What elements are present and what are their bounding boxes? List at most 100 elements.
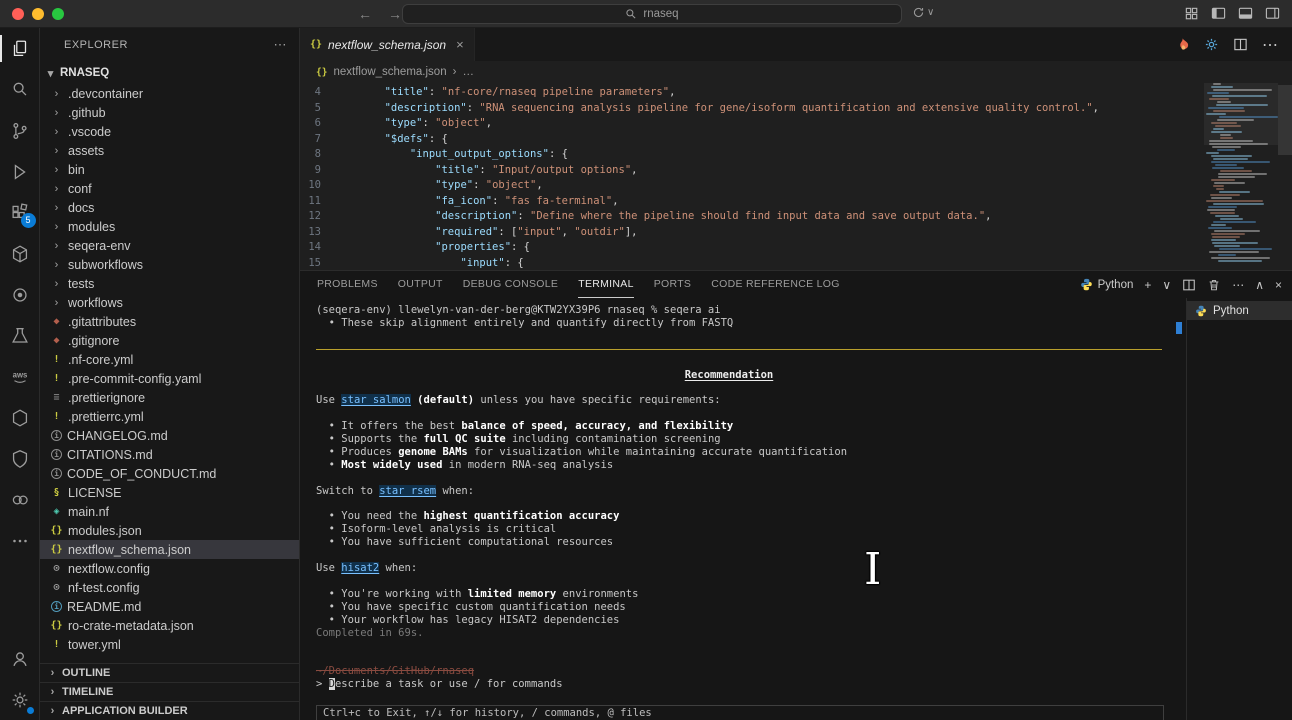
- kill-terminal-trash-icon[interactable]: [1207, 278, 1221, 292]
- tree-file-.pre-commit-config.yaml[interactable]: !.pre-commit-config.yaml: [40, 369, 299, 388]
- item-label: modules: [68, 220, 115, 234]
- tree-folder-.github[interactable]: ›.github: [40, 103, 299, 122]
- grid-layout-icon[interactable]: [1184, 6, 1199, 21]
- panel-tab-output[interactable]: OUTPUT: [398, 271, 443, 298]
- panel-tab-terminal[interactable]: TERMINAL: [578, 271, 634, 298]
- tree-folder-.devcontainer[interactable]: ›.devcontainer: [40, 84, 299, 103]
- tree-file-main.nf[interactable]: ◈main.nf: [40, 502, 299, 521]
- tree-file-nextflow.config[interactable]: ⊙nextflow.config: [40, 559, 299, 578]
- tree-folder-modules[interactable]: ›modules: [40, 217, 299, 236]
- toggle-sidebar-right-icon[interactable]: [1265, 6, 1280, 21]
- activity-live-share[interactable]: [0, 479, 40, 520]
- close-tab-icon[interactable]: ×: [456, 37, 464, 52]
- tab-nextflow-schema[interactable]: {} nextflow_schema.json ×: [300, 28, 475, 61]
- json-icon: {}: [310, 39, 322, 50]
- split-editor-icon[interactable]: [1233, 37, 1248, 52]
- navigate-back-icon[interactable]: ←: [358, 6, 372, 22]
- tree-folder-assets[interactable]: ›assets: [40, 141, 299, 160]
- activity-accounts[interactable]: [0, 638, 40, 679]
- tree-file-LICENSE[interactable]: §LICENSE: [40, 483, 299, 502]
- toggle-panel-icon[interactable]: [1238, 6, 1253, 21]
- panel-tab-ports[interactable]: PORTS: [654, 271, 691, 298]
- tree-folder-subworkflows[interactable]: ›subworkflows: [40, 255, 299, 274]
- launch-profile-chevron-icon[interactable]: ∨: [1162, 278, 1171, 292]
- zoom-window-button[interactable]: [52, 8, 64, 20]
- explorer-actions-icon[interactable]: ⋯: [274, 37, 288, 53]
- tree-file-.gitignore[interactable]: ◆.gitignore: [40, 331, 299, 350]
- tree-file-.gitattributes[interactable]: ◆.gitattributes: [40, 312, 299, 331]
- tree-file-nextflow_schema.json[interactable]: {}nextflow_schema.json: [40, 540, 299, 559]
- editor-more-actions-icon[interactable]: ⋯: [1262, 35, 1278, 55]
- tree-file-.prettierignore[interactable]: ≡.prettierignore: [40, 388, 299, 407]
- new-terminal-icon[interactable]: +: [1144, 278, 1151, 292]
- tree-file-nf-test.config[interactable]: ⊙nf-test.config: [40, 578, 299, 597]
- text-cursor-pointer: I: [864, 548, 881, 592]
- extension-gear-icon[interactable]: [1204, 37, 1219, 52]
- activity-testing[interactable]: [0, 315, 40, 356]
- breadcrumb[interactable]: {} nextflow_schema.json › …: [300, 61, 1292, 83]
- tree-file-CHANGELOG.md[interactable]: iCHANGELOG.md: [40, 426, 299, 445]
- panel-more-actions-icon[interactable]: ⋯: [1232, 278, 1244, 292]
- tree-file-ro-crate-metadata.json[interactable]: {}ro-crate-metadata.json: [40, 616, 299, 635]
- workspace-section-header[interactable]: ▾ RNASEQ: [40, 62, 299, 84]
- terminal-tab-python[interactable]: Python: [1187, 301, 1292, 320]
- tree-file-.prettierrc.yml[interactable]: !.prettierrc.yml: [40, 407, 299, 426]
- settings-badge-dot: [27, 707, 34, 714]
- tree-folder-docs[interactable]: ›docs: [40, 198, 299, 217]
- code-editor[interactable]: 4 "title": "nf-core/rnaseq pipeline para…: [300, 83, 1292, 270]
- tree-file-README.md[interactable]: iREADME.md: [40, 597, 299, 616]
- tree-folder-workflows[interactable]: ›workflows: [40, 293, 299, 312]
- activity-aws[interactable]: aws: [0, 356, 40, 397]
- section-outline[interactable]: ›OUTLINE: [40, 663, 299, 682]
- activity-search[interactable]: [0, 69, 40, 110]
- terminal-scroll-marker[interactable]: [1176, 322, 1182, 334]
- chevron-right-icon: ›: [46, 686, 59, 698]
- section-application-builder[interactable]: ›APPLICATION BUILDER: [40, 701, 299, 720]
- minimap[interactable]: [1204, 83, 1278, 270]
- terminal-line: • Supports the full QC suite including c…: [316, 433, 1172, 446]
- terminal-line: • You have specific custom quantificatio…: [316, 601, 1172, 614]
- tree-folder-conf[interactable]: ›conf: [40, 179, 299, 198]
- activity-package[interactable]: [0, 397, 40, 438]
- activity-run-debug[interactable]: [0, 151, 40, 192]
- code-line: 6 "type": "object",: [300, 116, 1292, 132]
- flame-icon[interactable]: [1175, 37, 1190, 52]
- breadcrumb-more: …: [462, 66, 474, 78]
- activity-extensions[interactable]: 5: [0, 192, 40, 233]
- close-window-button[interactable]: [12, 8, 24, 20]
- activity-more[interactable]: [0, 520, 40, 561]
- activity-source-control[interactable]: [0, 110, 40, 151]
- editor-scrollbar[interactable]: [1278, 83, 1292, 270]
- panel-tab-code-reference-log[interactable]: CODE REFERENCE LOG: [711, 271, 840, 298]
- panel-tab-debug-console[interactable]: DEBUG CONSOLE: [463, 271, 559, 298]
- maximize-panel-icon[interactable]: ∧: [1255, 278, 1264, 292]
- terminal-profile-button[interactable]: Python: [1080, 278, 1134, 291]
- panel-tab-problems[interactable]: PROBLEMS: [317, 271, 378, 298]
- command-center-search[interactable]: rnaseq: [402, 4, 902, 24]
- navigate-forward-icon[interactable]: →: [388, 6, 402, 22]
- section-timeline[interactable]: ›TIMELINE: [40, 682, 299, 701]
- chevron-right-icon: ›: [50, 88, 63, 100]
- terminal-line: [316, 652, 1172, 665]
- toggle-sidebar-left-icon[interactable]: [1211, 6, 1226, 21]
- split-terminal-icon[interactable]: [1182, 278, 1196, 292]
- tree-folder-bin[interactable]: ›bin: [40, 160, 299, 179]
- activity-gitlens[interactable]: [0, 438, 40, 479]
- activity-codegpt[interactable]: [0, 274, 40, 315]
- tree-file-.nf-core.yml[interactable]: !.nf-core.yml: [40, 350, 299, 369]
- tree-file-CODE_OF_CONDUCT.md[interactable]: iCODE_OF_CONDUCT.md: [40, 464, 299, 483]
- tree-file-CITATIONS.md[interactable]: iCITATIONS.md: [40, 445, 299, 464]
- activity-settings[interactable]: [0, 679, 40, 720]
- sync-indicator[interactable]: ∨: [912, 6, 934, 19]
- tree-folder-tests[interactable]: ›tests: [40, 274, 299, 293]
- markdown-icon: i: [51, 430, 62, 441]
- activity-containers[interactable]: [0, 233, 40, 274]
- tree-file-modules.json[interactable]: {}modules.json: [40, 521, 299, 540]
- tree-file-tower.yml[interactable]: !tower.yml: [40, 635, 299, 654]
- activity-explorer[interactable]: [0, 28, 40, 69]
- close-panel-icon[interactable]: ×: [1275, 278, 1282, 292]
- tree-folder-.vscode[interactable]: ›.vscode: [40, 122, 299, 141]
- terminal-output[interactable]: (seqera-env) llewelyn-van-der-berg@KTW2Y…: [300, 298, 1186, 720]
- minimize-window-button[interactable]: [32, 8, 44, 20]
- tree-folder-seqera-env[interactable]: ›seqera-env: [40, 236, 299, 255]
